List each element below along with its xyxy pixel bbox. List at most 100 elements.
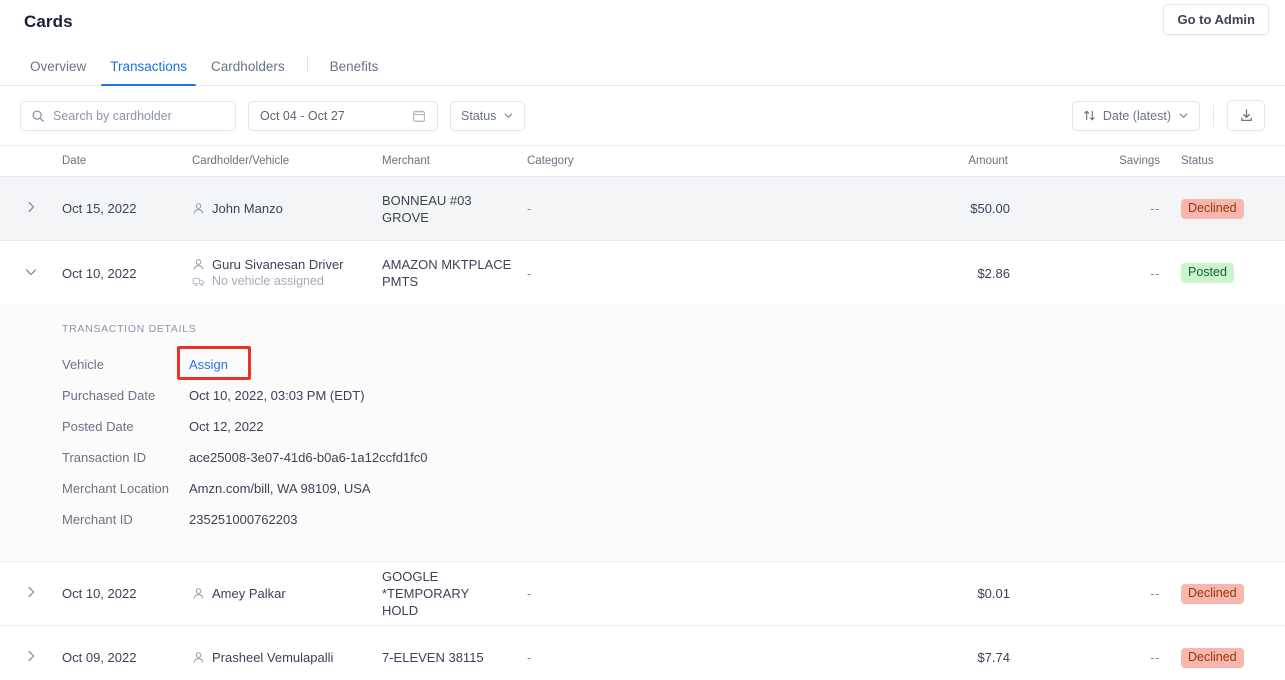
search-input[interactable]	[53, 108, 225, 123]
detail-row-vehicle: Vehicle Assign	[62, 346, 1285, 380]
date-range-picker[interactable]: Oct 04 - Oct 27	[248, 100, 438, 131]
column-header-amount: Amount	[968, 155, 1008, 167]
chevron-down-icon	[503, 110, 514, 121]
cell-status: Declined	[1160, 198, 1285, 219]
cell-status: Declined	[1160, 583, 1285, 604]
detail-row: Posted Date Oct 12, 2022	[62, 411, 1285, 442]
table-row[interactable]: Oct 10, 2022 Guru Sivanesan Driver No ve…	[0, 241, 1285, 305]
sort-label: Date (latest)	[1102, 108, 1171, 123]
column-header-cardholder-vehicle: Cardholder/Vehicle	[192, 155, 290, 167]
column-header-merchant: Merchant	[382, 155, 430, 167]
cell-merchant: 7-ELEVEN 38115	[382, 649, 527, 666]
status-filter-label: Status	[461, 108, 497, 123]
cell-category: -	[527, 650, 532, 665]
cardholder-name-line: Prasheel Vemulapalli	[192, 649, 382, 666]
download-icon	[1239, 108, 1254, 123]
tab-overview[interactable]: Overview	[18, 59, 98, 85]
row-expand-toggle[interactable]	[0, 265, 62, 282]
sort-dropdown[interactable]: Date (latest)	[1071, 100, 1200, 131]
expand-chevron-icon[interactable]	[24, 649, 38, 663]
cell-category: -	[527, 201, 532, 216]
column-header-date: Date	[62, 155, 87, 167]
cell-amount: $7.74	[977, 650, 1010, 665]
cardholder-name: Prasheel Vemulapalli	[212, 650, 334, 665]
detail-value: 235251000762203	[189, 512, 298, 527]
cell-merchant: GOOGLE *TEMPORARY HOLD	[382, 568, 527, 619]
status-badge: Declined	[1181, 647, 1244, 668]
calendar-icon	[412, 109, 426, 123]
table-body: Oct 15, 2022 John Manzo BONNEAU #03 GROVE…	[0, 177, 1285, 680]
cell-date: Oct 15, 2022	[62, 201, 137, 216]
merchant-name: AMAZON MKTPLACE PMTS	[382, 257, 512, 289]
cell-cardholder: Guru Sivanesan Driver No vehicle assigne…	[192, 256, 382, 290]
cardholder-name: John Manzo	[212, 201, 283, 216]
cell-merchant: BONNEAU #03 GROVE	[382, 192, 527, 226]
detail-label: Transaction ID	[62, 450, 147, 465]
download-button[interactable]	[1227, 100, 1265, 131]
detail-label: Merchant Location	[62, 481, 169, 496]
assign-vehicle-wrapper: Assign	[177, 346, 251, 380]
tab-bar: Overview Transactions Cardholders Benefits	[0, 44, 1285, 86]
cardholder-name: Amey Palkar	[212, 586, 286, 601]
sort-arrows-icon	[1083, 109, 1096, 122]
cell-amount: $2.86	[977, 265, 1010, 281]
status-badge: Declined	[1181, 583, 1244, 604]
row-expand-toggle[interactable]	[0, 585, 62, 602]
cell-savings: --	[1150, 650, 1160, 665]
cell-status: Declined	[1160, 647, 1285, 668]
cell-cardholder: Amey Palkar	[192, 585, 382, 602]
cell-date: Oct 09, 2022	[62, 650, 137, 665]
cell-date: Oct 10, 2022	[62, 265, 137, 281]
transaction-details-panel: TRANSACTION DETAILS Vehicle Assign Purch…	[0, 305, 1285, 562]
person-icon	[192, 587, 205, 600]
search-input-wrapper[interactable]	[20, 100, 236, 131]
person-icon	[192, 651, 205, 664]
person-icon	[192, 258, 205, 271]
assign-vehicle-link[interactable]: Assign	[189, 357, 228, 372]
detail-row: Merchant ID 235251000762203	[62, 504, 1285, 535]
detail-row: Purchased Date Oct 10, 2022, 03:03 PM (E…	[62, 380, 1285, 411]
column-header-savings: Savings	[1119, 155, 1160, 167]
cell-savings: --	[1150, 201, 1160, 216]
expand-chevron-icon[interactable]	[24, 585, 38, 599]
detail-value: Amzn.com/bill, WA 98109, USA	[189, 481, 371, 496]
cell-category: -	[527, 586, 532, 601]
collapse-chevron-icon[interactable]	[24, 265, 38, 279]
tab-transactions[interactable]: Transactions	[98, 59, 199, 86]
cell-savings: --	[1150, 265, 1160, 281]
vehicle-status: No vehicle assigned	[212, 274, 324, 288]
expand-chevron-icon[interactable]	[24, 200, 38, 214]
toolbar-right-group: Date (latest)	[1071, 100, 1265, 131]
merchant-name: GOOGLE *TEMPORARY HOLD	[382, 569, 470, 618]
tab-divider	[306, 57, 308, 73]
toolbar-divider	[1213, 104, 1214, 127]
status-badge: Posted	[1181, 263, 1234, 283]
go-to-admin-button[interactable]: Go to Admin	[1163, 4, 1269, 35]
table-row[interactable]: Oct 09, 2022 Prasheel Vemulapalli 7-ELEV…	[0, 626, 1285, 680]
detail-value: ace25008-3e07-41d6-b0a6-1a12ccfd1fc0	[189, 450, 428, 465]
row-expand-toggle[interactable]	[0, 649, 62, 666]
cardholder-name-line: Amey Palkar	[192, 585, 382, 602]
cell-cardholder: Prasheel Vemulapalli	[192, 649, 382, 666]
cardholder-name: Guru Sivanesan Driver	[212, 257, 344, 272]
page-title: Cards	[24, 12, 73, 31]
cell-savings: --	[1150, 586, 1160, 601]
status-filter-dropdown[interactable]: Status	[450, 100, 526, 131]
cell-amount: $50.00	[970, 201, 1010, 216]
cardholder-name-line: Guru Sivanesan Driver	[192, 256, 382, 273]
detail-label-vehicle: Vehicle	[62, 357, 104, 372]
row-expand-toggle[interactable]	[0, 200, 62, 217]
tab-benefits[interactable]: Benefits	[318, 59, 391, 85]
chevron-down-icon	[1178, 110, 1189, 121]
tab-cardholders[interactable]: Cardholders	[199, 59, 297, 85]
table-row[interactable]: Oct 15, 2022 John Manzo BONNEAU #03 GROVE…	[0, 177, 1285, 241]
page-header: Cards Go to Admin	[0, 0, 1285, 44]
date-range-label: Oct 04 - Oct 27	[260, 108, 345, 123]
table-row[interactable]: Oct 10, 2022 Amey Palkar GOOGLE *TEMPORA…	[0, 562, 1285, 626]
status-badge: Declined	[1181, 198, 1244, 219]
cell-category: -	[527, 265, 532, 281]
cell-status: Posted	[1160, 263, 1285, 283]
detail-label: Merchant ID	[62, 512, 133, 527]
cell-cardholder: John Manzo	[192, 200, 382, 217]
detail-row: Transaction ID ace25008-3e07-41d6-b0a6-1…	[62, 442, 1285, 473]
